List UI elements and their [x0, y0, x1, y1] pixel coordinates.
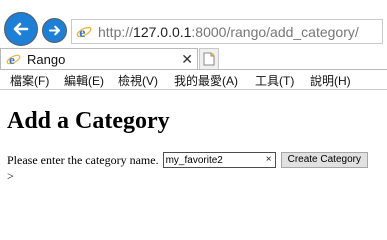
- menu-edit[interactable]: 編輯(E): [64, 72, 104, 89]
- menu-tools[interactable]: 工具(T): [255, 72, 294, 89]
- forward-button[interactable]: [42, 18, 67, 43]
- back-arrow-icon: [13, 22, 29, 36]
- page-title: Add a Category: [7, 108, 170, 134]
- menu-favorites[interactable]: 我的最愛(A): [174, 72, 238, 89]
- category-name-field[interactable]: ×: [162, 152, 276, 168]
- menu-bar: 檔案(F) 編輯(E) 檢視(V) 我的最愛(A) 工具(T) 說明(H): [0, 70, 387, 90]
- category-name-label: Please enter the category name.: [7, 152, 159, 167]
- category-form: Please enter the category name. × Create…: [7, 152, 368, 168]
- menu-file[interactable]: 檔案(F): [10, 72, 49, 89]
- tab-title: Rango: [27, 52, 66, 67]
- menu-view[interactable]: 檢視(V): [118, 72, 158, 89]
- browser-window: e http://127.0.0.1:8000/rango/add_catego…: [0, 0, 387, 209]
- url-path: :8000/rango/add_category/: [191, 23, 359, 40]
- forward-arrow-icon: [48, 25, 61, 36]
- tab-close-icon[interactable]: ✕: [181, 51, 193, 68]
- new-tab-icon: [203, 52, 215, 66]
- tab-site-icon: e: [5, 52, 21, 68]
- back-button[interactable]: [4, 12, 38, 46]
- menu-help[interactable]: 說明(H): [310, 72, 351, 89]
- trailing-text: >: [7, 169, 14, 183]
- category-name-input[interactable]: [163, 153, 264, 167]
- svg-text:e: e: [9, 52, 15, 67]
- address-bar[interactable]: e http://127.0.0.1:8000/rango/add_catego…: [71, 19, 383, 44]
- tab-rango[interactable]: e Rango ✕: [0, 48, 198, 70]
- create-category-button[interactable]: Create Category: [280, 152, 368, 168]
- svg-text:e: e: [79, 26, 85, 40]
- ie-e-icon: e: [76, 24, 92, 40]
- page-content: Add a Category Please enter the category…: [0, 92, 387, 209]
- new-tab-button[interactable]: [199, 48, 219, 70]
- url-text: http://127.0.0.1:8000/rango/add_category…: [98, 24, 359, 40]
- browser-chrome: e http://127.0.0.1:8000/rango/add_catego…: [0, 0, 387, 92]
- url-host: 127.0.0.1: [133, 23, 192, 40]
- clear-input-icon[interactable]: ×: [266, 153, 272, 167]
- url-scheme: http://: [98, 23, 134, 40]
